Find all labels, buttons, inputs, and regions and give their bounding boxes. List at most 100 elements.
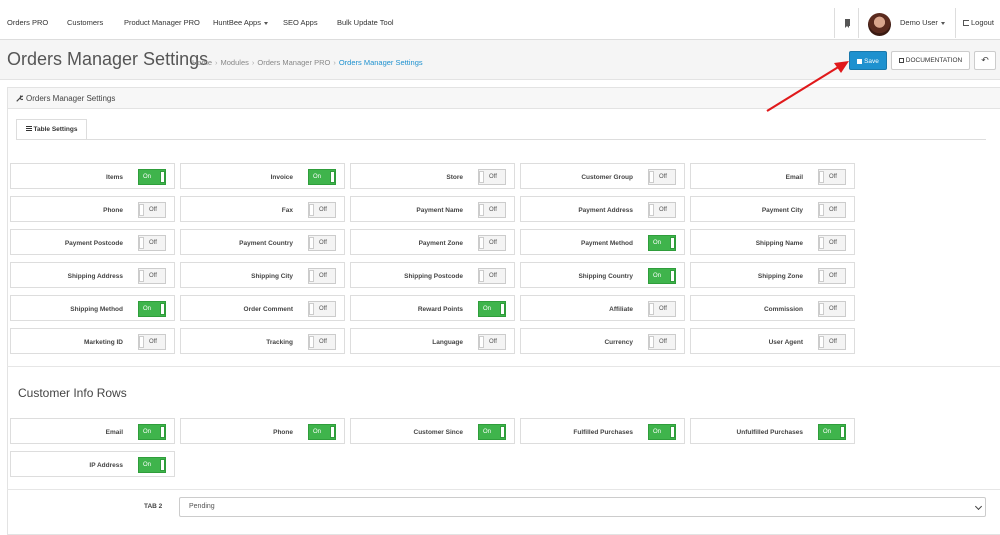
toggle-currency[interactable]: Off <box>648 334 676 350</box>
toggle-user-agent[interactable]: Off <box>818 334 846 350</box>
toggle-phone[interactable]: Off <box>138 202 166 218</box>
nav-bulk-update-tool[interactable]: Bulk Update Tool <box>337 0 394 40</box>
setting-fulfilled-purchases: Fulfilled Purchases On <box>520 418 685 444</box>
toggle-reward-points[interactable]: On <box>478 301 506 317</box>
toggle-knob <box>160 171 165 183</box>
toggle-order-comment[interactable]: Off <box>308 301 336 317</box>
setting-label: Fax <box>281 207 293 214</box>
tab-table-settings-label: Table Settings <box>33 126 78 133</box>
toggle-shipping-name[interactable]: Off <box>818 235 846 251</box>
toggle-shipping-postcode[interactable]: Off <box>478 268 506 284</box>
documentation-button[interactable]: DOCUMENTATION <box>891 51 970 70</box>
nav-product-manager-pro[interactable]: Product Manager PRO <box>124 0 200 40</box>
toggle-knob <box>500 426 505 438</box>
user-name-label: Demo User <box>900 18 938 27</box>
toggle-tracking[interactable]: Off <box>308 334 336 350</box>
logout-link[interactable]: Logout <box>963 0 994 40</box>
breadcrumb-orders-manager-pro[interactable]: Orders Manager PRO <box>257 58 330 67</box>
toggle-state-label: Off <box>829 273 837 279</box>
nav-huntbee-apps[interactable]: HuntBee Apps <box>213 0 268 40</box>
book-icon <box>898 57 904 63</box>
setting-label: Phone <box>103 207 123 214</box>
tab2-select[interactable]: Pending <box>179 497 986 517</box>
toggle-affiliate[interactable]: Off <box>648 301 676 317</box>
toggle-items[interactable]: On <box>138 169 166 185</box>
toggle-customer-group[interactable]: Off <box>648 169 676 185</box>
toggle-store[interactable]: Off <box>478 169 506 185</box>
toggle-knob <box>819 336 824 348</box>
toggle-shipping-address[interactable]: Off <box>138 268 166 284</box>
toggle-payment-method[interactable]: On <box>648 235 676 251</box>
setting-label: Shipping Method <box>70 306 123 313</box>
toggle-ip-address[interactable]: On <box>138 457 166 473</box>
toggle-email[interactable]: On <box>138 424 166 440</box>
setting-label: Shipping Address <box>67 273 123 280</box>
toggle-fulfilled-purchases[interactable]: On <box>648 424 676 440</box>
setting-label: Store <box>446 174 463 181</box>
tab-table-settings[interactable]: Table Settings <box>16 119 87 140</box>
toggle-shipping-country[interactable]: On <box>648 268 676 284</box>
toggle-fax[interactable]: Off <box>308 202 336 218</box>
setting-label: Reward Points <box>417 306 463 313</box>
setting-label: User Agent <box>768 339 803 346</box>
toggle-invoice[interactable]: On <box>308 169 336 185</box>
toggle-unfulfilled-purchases[interactable]: On <box>818 424 846 440</box>
toggle-knob <box>840 426 845 438</box>
setting-label: Order Comment <box>243 306 293 313</box>
toggle-payment-name[interactable]: Off <box>478 202 506 218</box>
toggle-knob <box>649 204 654 216</box>
toggle-marketing-id[interactable]: Off <box>138 334 166 350</box>
save-button-label: Save <box>864 58 879 65</box>
nav-seo-apps[interactable]: SEO Apps <box>283 0 318 40</box>
toggle-state-label: Off <box>659 339 667 345</box>
toggle-knob <box>160 426 165 438</box>
toggle-knob <box>670 426 675 438</box>
toggle-customer-since[interactable]: On <box>478 424 506 440</box>
setting-shipping-country: Shipping Country On <box>520 262 685 288</box>
toggle-payment-city[interactable]: Off <box>818 202 846 218</box>
toggle-state-label: Off <box>829 207 837 213</box>
nav-customers[interactable]: Customers <box>67 0 103 40</box>
toggle-payment-address[interactable]: Off <box>648 202 676 218</box>
toggle-state-label: On <box>313 174 322 180</box>
toggle-state-label: Off <box>659 174 667 180</box>
toggle-knob <box>309 303 314 315</box>
setting-reward-points: Reward Points On <box>350 295 515 321</box>
toggle-payment-country[interactable]: Off <box>308 235 336 251</box>
toggle-email[interactable]: Off <box>818 169 846 185</box>
toggle-knob <box>309 336 314 348</box>
setting-payment-name: Payment Name Off <box>350 196 515 222</box>
toggle-knob <box>139 237 144 249</box>
setting-order-comment: Order Comment Off <box>180 295 345 321</box>
toggle-shipping-zone[interactable]: Off <box>818 268 846 284</box>
setting-shipping-city: Shipping City Off <box>180 262 345 288</box>
breadcrumb-separator: › <box>333 58 336 67</box>
toggle-state-label: Off <box>829 174 837 180</box>
breadcrumb-current[interactable]: Orders Manager Settings <box>339 58 423 67</box>
toggle-knob <box>649 171 654 183</box>
avatar[interactable] <box>868 13 891 36</box>
save-button[interactable]: Save <box>849 51 887 70</box>
toggle-phone[interactable]: On <box>308 424 336 440</box>
toggle-commission[interactable]: Off <box>818 301 846 317</box>
breadcrumb-separator: › <box>215 58 218 67</box>
nav-divider <box>834 8 835 38</box>
setting-shipping-method: Shipping Method On <box>10 295 175 321</box>
setting-label: Shipping Country <box>578 273 633 280</box>
bookmark-icon[interactable] <box>845 19 850 28</box>
toggle-payment-zone[interactable]: Off <box>478 235 506 251</box>
toggle-shipping-city[interactable]: Off <box>308 268 336 284</box>
back-button[interactable]: ↶ <box>974 51 996 70</box>
nav-orders-pro[interactable]: Orders PRO <box>7 0 48 40</box>
setting-label: Payment Zone <box>418 240 463 247</box>
toggle-payment-postcode[interactable]: Off <box>138 235 166 251</box>
nav-divider <box>955 8 956 38</box>
tab2-label: TAB 2 <box>144 503 163 510</box>
user-menu[interactable]: Demo User <box>900 0 945 40</box>
breadcrumb-home[interactable]: Home <box>192 58 212 67</box>
breadcrumb-modules[interactable]: Modules <box>221 58 249 67</box>
toggle-knob <box>819 237 824 249</box>
toggle-language[interactable]: Off <box>478 334 506 350</box>
toggle-state-label: On <box>653 273 662 279</box>
toggle-shipping-method[interactable]: On <box>138 301 166 317</box>
